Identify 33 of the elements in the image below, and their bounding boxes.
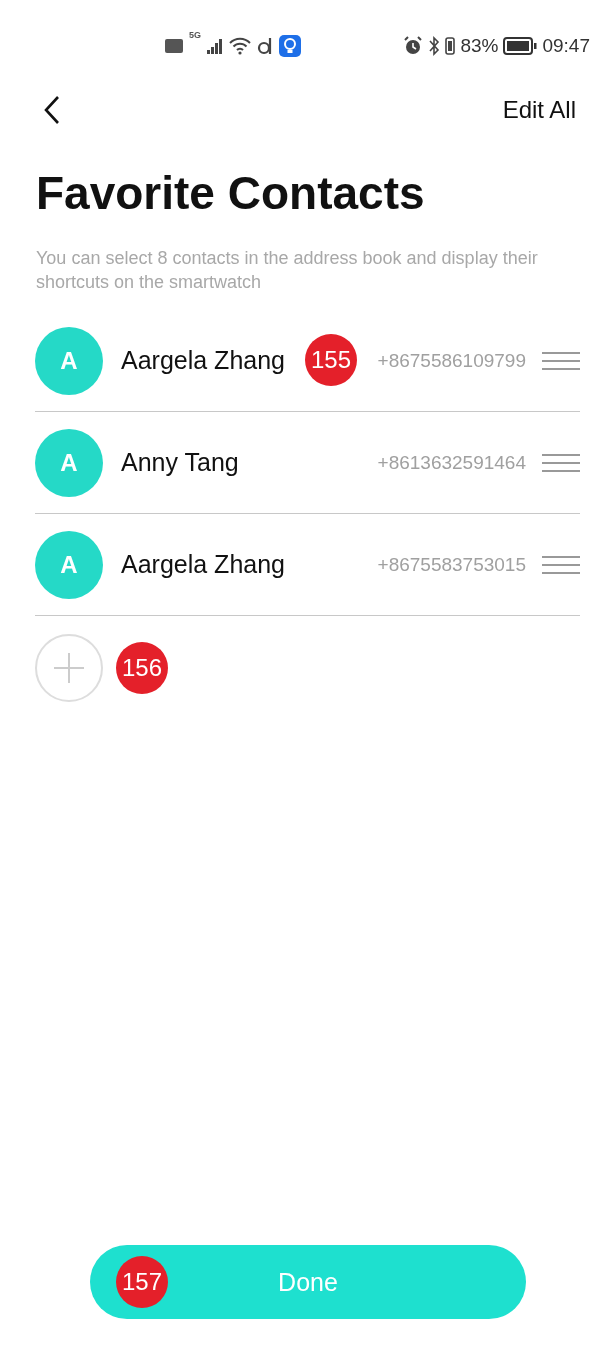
contact-row[interactable]: A Aargela Zhang +8675583753015: [35, 514, 580, 616]
contact-name: Aargela Zhang: [121, 346, 285, 375]
annotation-marker: 156: [116, 642, 168, 694]
plus-icon: [54, 653, 84, 683]
annotation-marker: 155: [305, 334, 357, 386]
network-type: 5G: [189, 30, 201, 40]
clock-time: 09:47: [542, 35, 590, 57]
signal-icon: [207, 38, 223, 54]
contact-row[interactable]: A Anny Tang +8613632591464: [35, 412, 580, 514]
bluetooth-icon: [428, 36, 441, 56]
contact-name: Aargela Zhang: [121, 550, 285, 579]
edit-all-button[interactable]: Edit All: [502, 96, 576, 124]
alarm-icon: [403, 36, 424, 56]
battery-icon: [503, 37, 538, 55]
contact-name: Anny Tang: [121, 448, 239, 477]
app-icon: [257, 37, 273, 55]
contact-row[interactable]: A Aargela Zhang 155 +8675586109799: [35, 310, 580, 412]
battery-percent: 83%: [460, 35, 499, 57]
drag-handle-icon[interactable]: [542, 452, 580, 473]
bulb-icon: [279, 35, 301, 57]
drag-handle-icon[interactable]: [542, 554, 580, 575]
back-button[interactable]: [44, 95, 60, 125]
contact-avatar: A: [35, 428, 103, 497]
contact-avatar: A: [35, 530, 103, 599]
wifi-icon: [229, 37, 251, 55]
vibrate-icon: [445, 37, 456, 55]
contact-phone: +8675583753015: [377, 553, 526, 576]
contact-phone: +8675586109799: [377, 349, 526, 372]
drag-handle-icon[interactable]: [542, 350, 580, 371]
contact-phone: +8613632591464: [377, 451, 526, 474]
page-title: Favorite Contacts: [36, 166, 426, 220]
contact-avatar: A: [35, 326, 103, 395]
description-text: You can select 8 contacts in the address book and display their shortcuts on the smartwatch: [36, 247, 539, 294]
